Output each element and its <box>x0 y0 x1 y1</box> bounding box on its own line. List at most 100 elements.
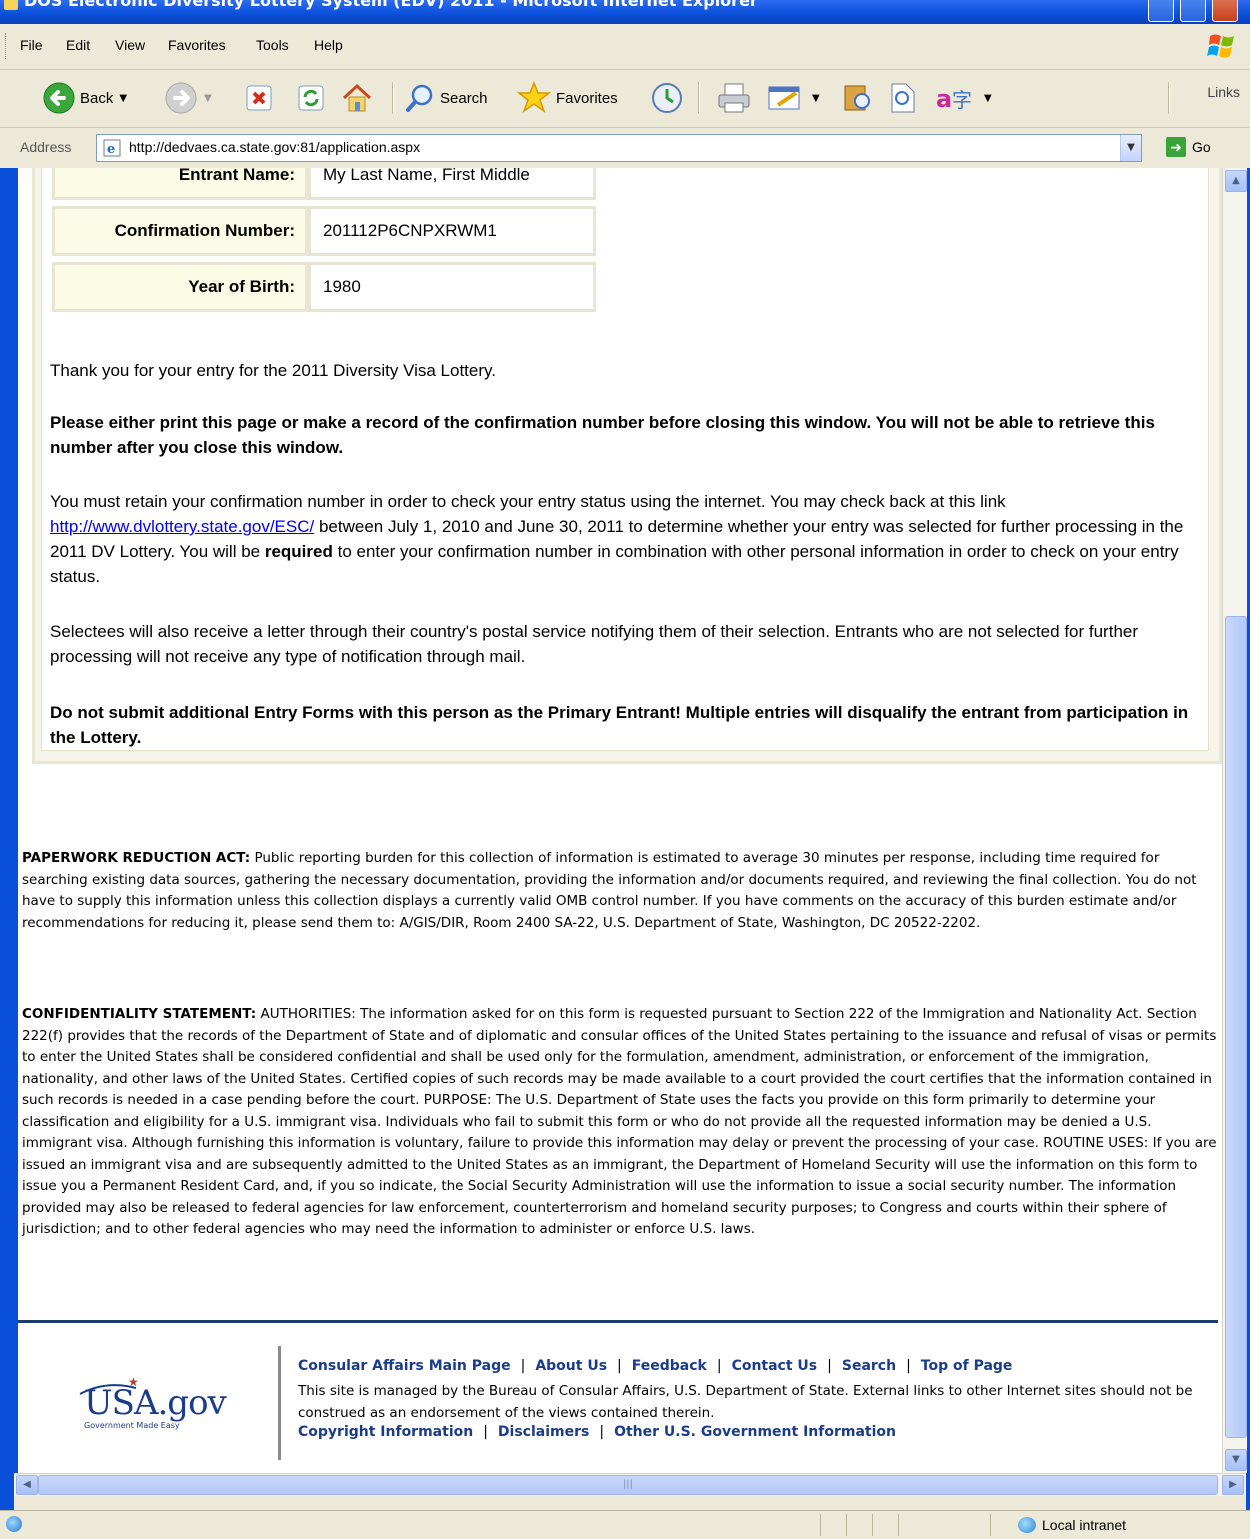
menu-bar: File Edit View Favorites Tools Help <box>0 24 1250 70</box>
confirmation-number-row: Confirmation Number: 201112P6CNPXRWM1 <box>52 206 596 258</box>
translate-icon: a 字 <box>936 85 972 113</box>
footer-link-search[interactable]: Search <box>842 1358 896 1374</box>
back-button[interactable]: Back ▼ <box>42 78 127 118</box>
footer-link-other-gov-info[interactable]: Other U.S. Government Information <box>614 1424 896 1440</box>
usa-gov-logo[interactable]: ★ USA.gov Government Made Easy <box>66 1372 246 1432</box>
minimize-button[interactable] <box>1148 0 1174 22</box>
footer-link-disclaimers[interactable]: Disclaimers <box>498 1424 589 1440</box>
address-label: Address <box>20 139 72 155</box>
svg-text:字: 字 <box>952 88 972 112</box>
windows-logo-icon <box>1207 34 1234 58</box>
status-cell <box>820 1514 821 1536</box>
favorites-button[interactable]: Favorites <box>516 78 618 118</box>
print-icon <box>718 83 750 113</box>
stop-button[interactable] <box>244 78 274 118</box>
edit-page-icon <box>768 86 800 110</box>
selectees-text: Selectees will also receive a letter thr… <box>50 622 1139 666</box>
scroll-up-icon[interactable]: ▲ <box>1225 170 1247 192</box>
edit-dropdown-icon[interactable]: ▼ <box>812 93 820 104</box>
footer-link-feedback[interactable]: Feedback <box>632 1358 707 1374</box>
footer-link-about-us[interactable]: About Us <box>535 1358 607 1374</box>
intranet-globe-icon <box>1018 1517 1036 1533</box>
menu-favorites[interactable]: Favorites <box>168 37 226 53</box>
page-search-icon <box>891 83 915 113</box>
paperwork-title: PAPERWORK REDUCTION ACT: <box>22 850 251 866</box>
close-button[interactable] <box>1212 0 1238 22</box>
ie-app-icon <box>4 0 18 10</box>
go-button[interactable]: ➜ Go <box>1166 137 1211 157</box>
forward-arrow-icon <box>165 82 197 114</box>
toolbar-separator <box>392 82 394 114</box>
home-button[interactable] <box>340 78 374 118</box>
footer-link-contact-us[interactable]: Contact Us <box>732 1358 818 1374</box>
window-title: DOS Electronic Diversity Lottery System … <box>24 0 758 10</box>
status-cell <box>872 1514 873 1536</box>
menu-grip <box>5 33 9 59</box>
address-url: http://dedvaes.ca.state.gov:81/applicati… <box>129 139 421 155</box>
confirmation-number-label: Confirmation Number: <box>52 206 308 256</box>
status-bar: Local intranet <box>0 1510 1250 1539</box>
stop-icon <box>246 85 272 111</box>
ie-page-icon: e <box>103 139 121 157</box>
standard-toolbar: Back ▼ ▼ Search Favorites ▼ a 字 ▼ Links <box>0 70 1250 128</box>
year-of-birth-row: Year of Birth: 1980 <box>52 262 596 314</box>
entrant-name-label: Entrant Name: <box>52 168 308 200</box>
status-cell <box>990 1514 991 1536</box>
entrant-name-value: My Last Name, First Middle <box>308 168 596 200</box>
research-book-icon <box>844 85 870 111</box>
scroll-left-icon[interactable]: ◀ <box>16 1475 38 1495</box>
menu-view[interactable]: View <box>115 37 145 53</box>
translate-button[interactable]: a 字 ▼ <box>934 78 992 118</box>
vertical-scrollbar[interactable]: ▲ ▼ <box>1222 168 1247 1473</box>
translate-dropdown-icon[interactable]: ▼ <box>984 93 992 104</box>
confidentiality-title: CONFIDENTIALITY STATEMENT: <box>22 1006 257 1022</box>
forward-button[interactable]: ▼ <box>164 78 212 118</box>
home-icon <box>342 83 372 112</box>
history-icon <box>652 83 682 113</box>
confirmation-number-value: 201112P6CNPXRWM1 <box>308 206 596 256</box>
edit-button[interactable]: ▼ <box>766 78 820 118</box>
window-frame-left <box>0 168 14 1518</box>
year-of-birth-value: 1980 <box>308 262 596 312</box>
messenger-button[interactable] <box>888 78 918 118</box>
favorites-star-icon <box>516 80 552 113</box>
address-bar: Address e http://dedvaes.ca.state.gov:81… <box>0 128 1250 169</box>
retain-confirmation-text: You must retain your confirmation number… <box>50 492 1184 586</box>
address-dropdown-icon[interactable]: ▼ <box>1120 135 1141 161</box>
svg-text:a: a <box>936 85 952 113</box>
search-button[interactable]: Search <box>404 78 488 118</box>
thank-you-text: Thank you for your entry for the 2011 Di… <box>50 361 496 380</box>
links-toolbar[interactable]: Links <box>1207 84 1240 100</box>
address-input[interactable]: e http://dedvaes.ca.state.gov:81/applica… <box>96 134 1142 162</box>
menu-edit[interactable]: Edit <box>66 37 90 53</box>
print-button[interactable] <box>716 78 752 118</box>
refresh-button[interactable] <box>296 78 326 118</box>
back-dropdown-icon[interactable]: ▼ <box>119 93 127 104</box>
confirmation-panel: Entrant Name: My Last Name, First Middle… <box>32 168 1222 764</box>
horizontal-scrollbar[interactable]: ◀ ||| ▶ <box>14 1473 1246 1496</box>
svg-text:USA.gov: USA.gov <box>84 1383 228 1423</box>
footer-link-consular-affairs[interactable]: Consular Affairs Main Page <box>298 1358 511 1374</box>
scroll-right-icon[interactable]: ▶ <box>1222 1475 1244 1495</box>
svg-text:e: e <box>107 142 115 157</box>
research-button[interactable] <box>840 78 874 118</box>
horizontal-scroll-thumb[interactable]: ||| <box>38 1475 1218 1495</box>
toolbar-separator-3 <box>1168 82 1170 114</box>
scroll-down-icon[interactable]: ▼ <box>1225 1449 1247 1471</box>
esc-status-link[interactable]: http://www.dvlottery.state.gov/ESC/ <box>50 517 314 536</box>
menu-file[interactable]: File <box>20 37 43 53</box>
window-title-bar: DOS Electronic Diversity Lottery System … <box>0 0 1250 24</box>
footer-divider <box>18 1320 1218 1323</box>
page-content: Entrant Name: My Last Name, First Middle… <box>14 168 1226 1473</box>
vertical-scroll-thumb[interactable] <box>1225 616 1247 1438</box>
maximize-button[interactable] <box>1180 0 1206 22</box>
footer-link-copyright[interactable]: Copyright Information <box>298 1424 473 1440</box>
security-zone[interactable]: Local intranet <box>1018 1517 1126 1533</box>
history-button[interactable] <box>650 78 684 118</box>
page-status-icon <box>6 1516 22 1532</box>
status-cell <box>898 1514 899 1536</box>
footer-link-top-of-page[interactable]: Top of Page <box>921 1358 1013 1374</box>
forward-dropdown-icon[interactable]: ▼ <box>204 93 212 104</box>
menu-tools[interactable]: Tools <box>256 37 289 53</box>
menu-help[interactable]: Help <box>314 37 343 53</box>
